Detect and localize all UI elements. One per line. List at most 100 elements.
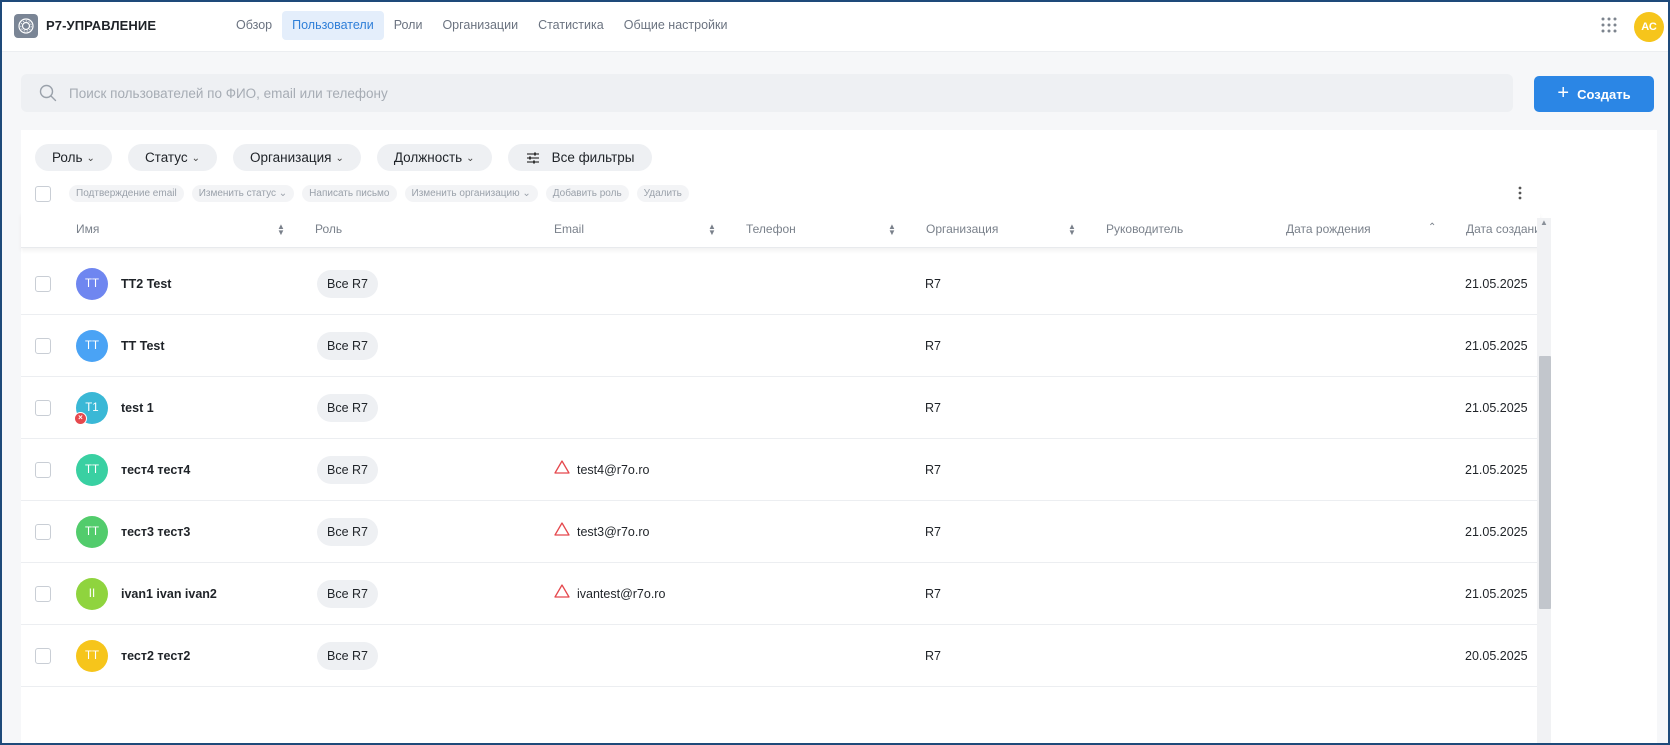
user-created-date: 21.05.2025 xyxy=(1465,339,1528,353)
sort-icon[interactable]: ▲ ▼ xyxy=(708,223,716,237)
table-row[interactable]: TT тест3 тест3 Все R7 test3@r7o.ro R7 21… xyxy=(21,501,1540,563)
row-checkbox[interactable] xyxy=(35,524,51,540)
user-avatar[interactable]: АС xyxy=(1634,12,1664,42)
filter-position[interactable]: Должность ⌄ xyxy=(376,144,492,171)
user-organization: R7 xyxy=(925,277,941,291)
table-row[interactable]: TT тест4 тест4 Все R7 test4@r7o.ro R7 21… xyxy=(21,439,1540,501)
row-checkbox[interactable] xyxy=(35,648,51,664)
user-email: test4@r7o.ro xyxy=(577,463,650,477)
row-checkbox[interactable] xyxy=(35,462,51,478)
avatar: TT xyxy=(76,640,108,672)
chevron-down-icon: ⌄ xyxy=(466,152,475,164)
col-manager[interactable]: Руководитель xyxy=(1106,222,1183,236)
chevron-down-icon: ⌄ xyxy=(522,188,531,199)
select-all-checkbox[interactable] xyxy=(35,185,51,202)
filter-organization-label: Организация xyxy=(250,150,332,165)
filter-status-label: Статус xyxy=(144,150,188,165)
bulk-change-organization-label: Изменить организацию xyxy=(411,188,520,199)
table-row[interactable]: TT TT Test Все R7 R7 21.05.2025 xyxy=(21,315,1540,377)
avatar: II xyxy=(76,578,108,610)
search-input[interactable] xyxy=(69,74,1489,112)
row-checkbox[interactable] xyxy=(35,276,51,292)
all-filters-button[interactable]: Все фильтры xyxy=(507,144,653,171)
col-email[interactable]: Email xyxy=(554,222,584,236)
bulk-confirm-email[interactable]: Подтверждение email xyxy=(69,185,184,202)
tab-users[interactable]: Пользователи xyxy=(282,11,384,40)
users-table-card: Роль ⌄ Статус ⌄ Организация ⌄ Должность … xyxy=(21,130,1657,743)
user-organization: R7 xyxy=(925,587,941,601)
table-row[interactable]: TT TT2 Test Все R7 R7 21.05.2025 xyxy=(21,253,1540,315)
filter-role[interactable]: Роль ⌄ xyxy=(35,144,112,171)
table-header: Имя ▲ ▼ Роль Email ▲ ▼ Телефон ▲ ▼ Организа… xyxy=(21,212,1547,248)
col-phone[interactable]: Телефон xyxy=(746,222,796,236)
role-chip: Все R7 xyxy=(317,642,378,670)
bulk-add-role[interactable]: Добавить роль xyxy=(545,185,629,202)
sort-icon[interactable]: ▲ ▼ xyxy=(1068,223,1076,237)
search-bar xyxy=(21,74,1513,112)
top-bar: Р7-УПРАВЛЕНИЕ Обзор Пользователи Роли Ор… xyxy=(2,2,1668,52)
user-created-date: 21.05.2025 xyxy=(1465,463,1528,477)
role-chip: Все R7 xyxy=(317,394,378,422)
sort-icon[interactable]: ▲ ▼ xyxy=(277,223,285,237)
col-birth-date[interactable]: Дата рождения xyxy=(1286,222,1371,236)
filter-organization[interactable]: Организация ⌄ xyxy=(233,144,361,171)
tab-general-settings[interactable]: Общие настройки xyxy=(614,11,738,40)
filter-role-label: Роль xyxy=(52,150,83,165)
col-name[interactable]: Имя xyxy=(76,222,99,236)
create-button[interactable]: + Создать xyxy=(1534,76,1654,112)
user-organization: R7 xyxy=(925,339,941,353)
tab-organizations[interactable]: Организации xyxy=(432,11,528,40)
user-name[interactable]: тест4 тест4 xyxy=(121,463,190,477)
col-role[interactable]: Роль xyxy=(315,222,342,236)
user-created-date: 21.05.2025 xyxy=(1465,401,1528,415)
user-name[interactable]: TT2 Test xyxy=(121,277,171,291)
more-options-icon[interactable] xyxy=(1517,185,1523,201)
sort-icon[interactable]: ▲ ▼ xyxy=(888,223,896,237)
logo[interactable] xyxy=(14,14,38,38)
role-chip: Все R7 xyxy=(317,332,378,360)
row-checkbox[interactable] xyxy=(35,338,51,354)
main-nav: Обзор Пользователи Роли Организации Стат… xyxy=(226,11,737,40)
col-organization[interactable]: Организация xyxy=(926,222,998,236)
table-row[interactable]: TT тест2 тест2 Все R7 R7 20.05.2025 xyxy=(21,625,1540,687)
avatar: TT xyxy=(76,330,108,362)
user-name[interactable]: TT Test xyxy=(121,339,165,353)
chevron-down-icon: ⌄ xyxy=(86,152,95,164)
all-filters-label: Все фильтры xyxy=(551,150,635,165)
role-chip: Все R7 xyxy=(317,270,378,298)
warning-icon xyxy=(554,460,570,474)
row-checkbox[interactable] xyxy=(35,586,51,602)
vertical-scrollbar[interactable]: ▲ xyxy=(1537,218,1551,743)
filter-status[interactable]: Статус ⌄ xyxy=(127,144,218,171)
bulk-change-organization[interactable]: Изменить организацию ⌄ xyxy=(404,185,538,202)
app-window: Р7-УПРАВЛЕНИЕ Обзор Пользователи Роли Ор… xyxy=(0,0,1670,745)
user-organization: R7 xyxy=(925,401,941,415)
user-name[interactable]: тест3 тест3 xyxy=(121,525,190,539)
tab-overview[interactable]: Обзор xyxy=(226,11,282,40)
user-name[interactable]: test 1 xyxy=(121,401,154,415)
bulk-change-status-label: Изменить статус xyxy=(198,188,276,199)
user-name[interactable]: тест2 тест2 xyxy=(121,649,190,663)
table-row[interactable]: II ivan1 ivan ivan2 Все R7 ivantest@r7o.… xyxy=(21,563,1540,625)
user-name[interactable]: ivan1 ivan ivan2 xyxy=(121,587,217,601)
scrollbar-thumb[interactable] xyxy=(1539,356,1551,609)
bulk-delete[interactable]: Удалить xyxy=(636,185,689,202)
apps-grid-icon[interactable] xyxy=(1600,16,1618,34)
tab-statistics[interactable]: Статистика xyxy=(528,11,614,40)
search-icon xyxy=(39,84,57,102)
chevron-down-icon: ⌄ xyxy=(191,152,201,164)
sort-asc-icon[interactable]: ⌃ xyxy=(1428,222,1436,233)
table-row[interactable]: T1 × test 1 Все R7 R7 21.05.2025 xyxy=(21,377,1540,439)
bulk-write-email[interactable]: Написать письмо xyxy=(302,185,397,202)
col-created[interactable]: Дата создания xyxy=(1466,222,1547,236)
tab-roles[interactable]: Роли xyxy=(384,11,433,40)
brand-title: Р7-УПРАВЛЕНИЕ xyxy=(46,18,157,33)
scroll-up-icon[interactable]: ▲ xyxy=(1540,218,1548,227)
user-created-date: 21.05.2025 xyxy=(1465,525,1528,539)
row-checkbox[interactable] xyxy=(35,400,51,416)
bulk-change-status[interactable]: Изменить статус ⌄ xyxy=(191,185,295,202)
user-organization: R7 xyxy=(925,463,941,477)
user-email: test3@r7o.ro xyxy=(577,525,650,539)
filter-position-label: Должность xyxy=(393,150,463,165)
gear-logo-icon xyxy=(18,18,34,34)
